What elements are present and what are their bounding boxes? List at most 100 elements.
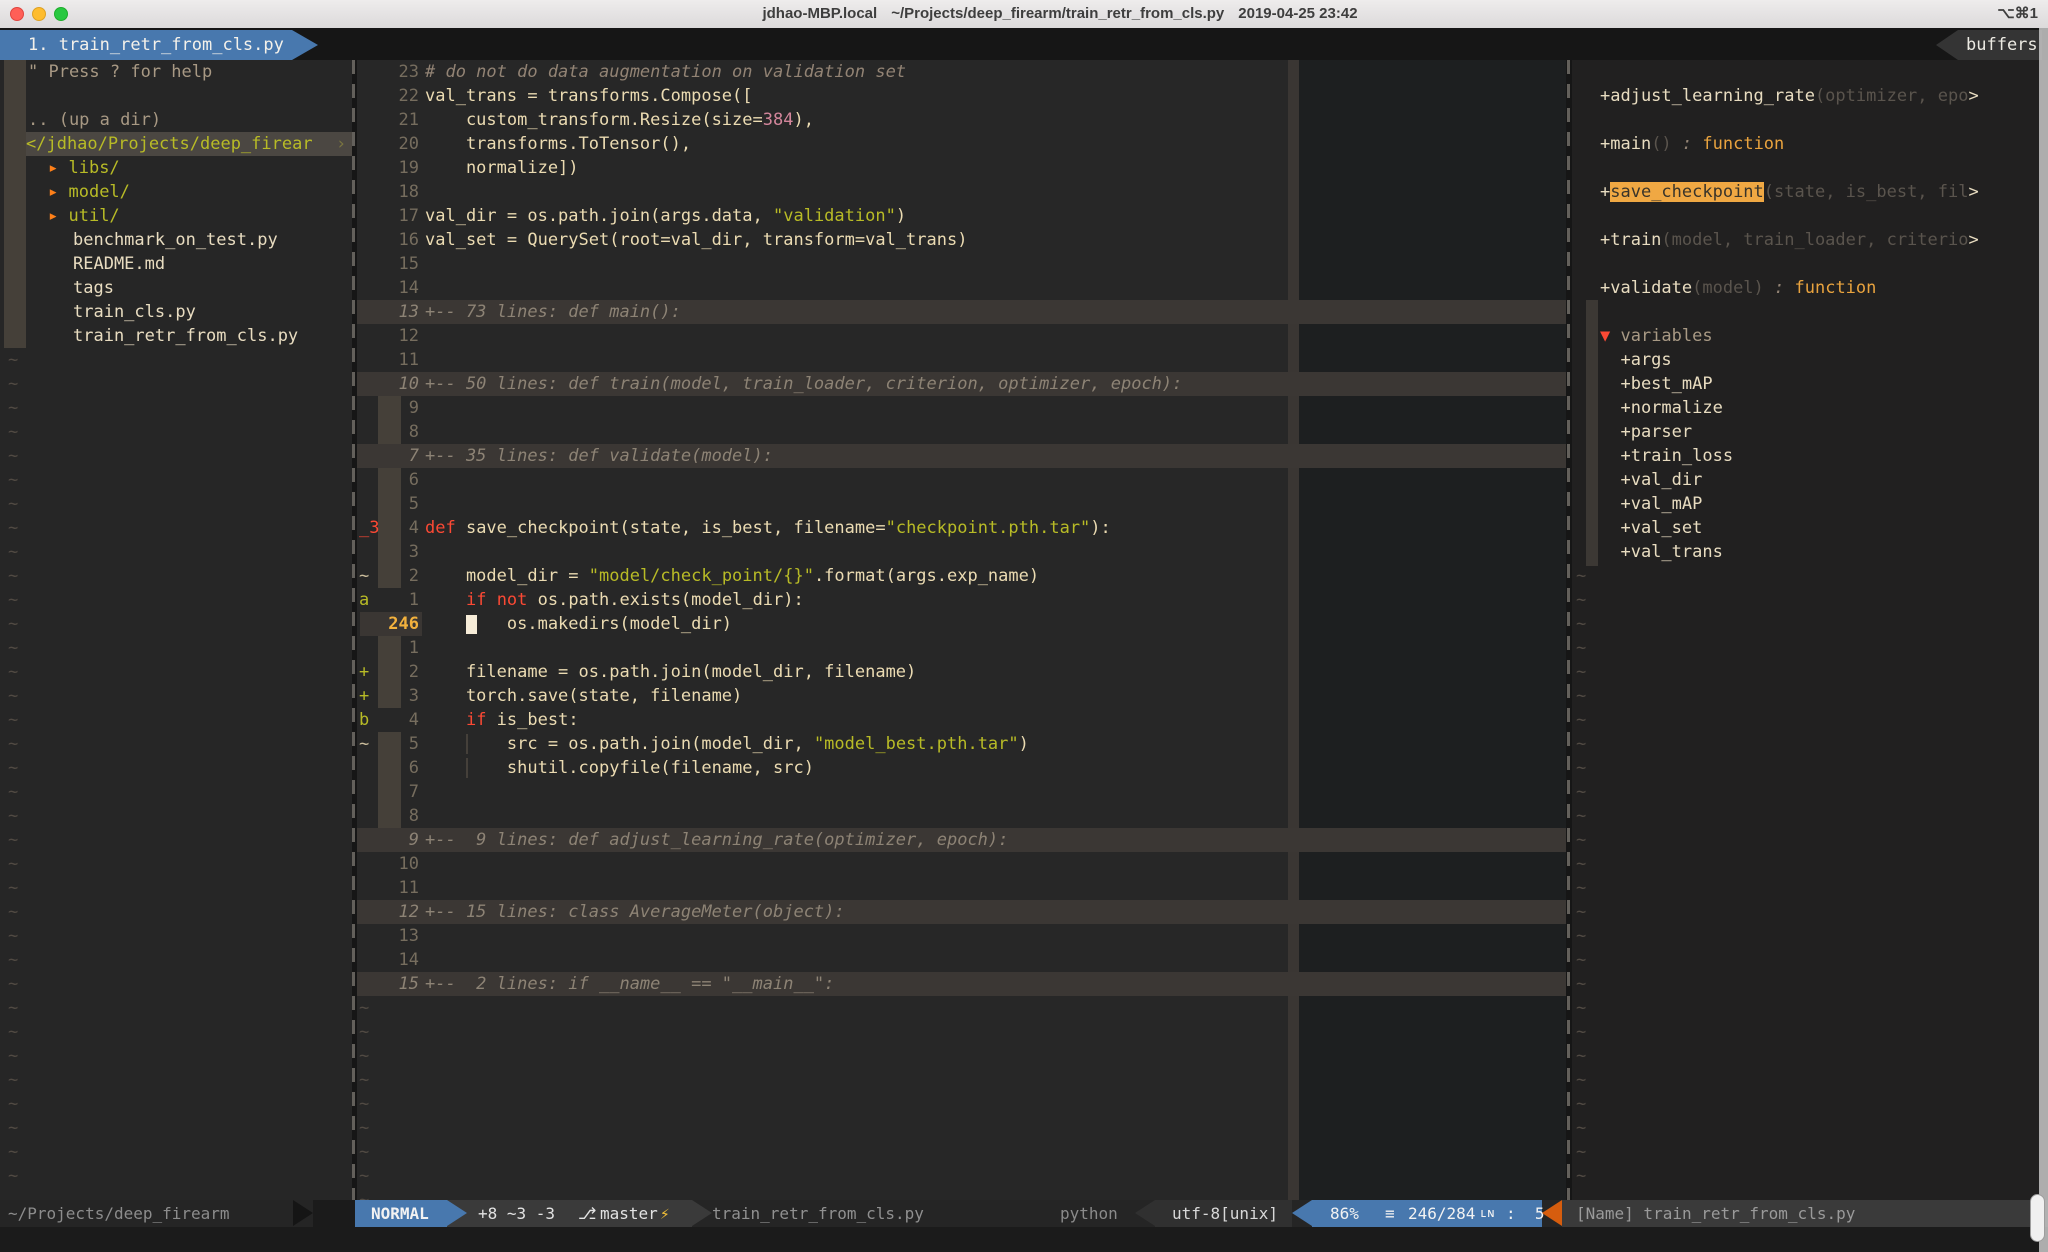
code-line[interactable]: 8 [357, 420, 1566, 444]
code-line[interactable]: 7 [357, 780, 1566, 804]
line-number: 13 [357, 300, 419, 324]
fold-line[interactable]: 12+-- 15 lines: class AverageMeter(objec… [357, 900, 1566, 924]
fold-line[interactable]: 15+-- 2 lines: if __name__ == "__main__"… [357, 972, 1566, 996]
tag-item[interactable]: +train(model, train_loader, criterio> [1572, 228, 2048, 252]
macos-scrollbar-thumb[interactable] [2030, 1194, 2045, 1242]
tilde-marker: ~ [8, 972, 18, 996]
tag-item[interactable]: +adjust_learning_rate(optimizer, epo> [1572, 84, 2048, 108]
nerdtree-item[interactable]: ▸ model/ [0, 180, 352, 204]
tilde-marker: ~ [1576, 732, 1586, 756]
code-line[interactable]: 3 [357, 540, 1566, 564]
code-line[interactable]: 11 [357, 348, 1566, 372]
code-line[interactable]: 23# do not do data augmentation on valid… [357, 60, 1566, 84]
code-line[interactable]: 5 [357, 492, 1566, 516]
code-line[interactable]: 12 [357, 324, 1566, 348]
code-line[interactable]: 6 shutil.copyfile(filename, src) [357, 756, 1566, 780]
code-line[interactable]: 14 [357, 276, 1566, 300]
code-line[interactable]: 18 [357, 180, 1566, 204]
tag-item[interactable]: +parser [1572, 420, 2048, 444]
tag-item[interactable]: +best_mAP [1572, 372, 2048, 396]
line-number: 15 [357, 972, 419, 996]
code-line[interactable]: 9 [357, 396, 1566, 420]
code-line[interactable]: 246 os.makedirs(model_dir) [357, 612, 1566, 636]
code-line[interactable]: 21 custom_transform.Resize(size=384), [357, 108, 1566, 132]
line-number: 20 [357, 132, 419, 156]
tilde-marker: ~ [8, 876, 18, 900]
tag-item[interactable]: +normalize [1572, 396, 2048, 420]
nerdtree-item[interactable]: " Press ? for help [0, 60, 352, 84]
code-line[interactable]: 4b if is_best: [357, 708, 1566, 732]
minimize-button[interactable] [32, 7, 46, 21]
tag-item[interactable]: +main() : function [1572, 132, 2048, 156]
empty-line: ~ [0, 900, 352, 924]
tag-item[interactable]: +val_trans [1572, 540, 2048, 564]
code-line[interactable]: 16val_set = QuerySet(root=val_dir, trans… [357, 228, 1566, 252]
nerdtree-item[interactable]: train_retr_from_cls.py [0, 324, 352, 348]
nerdtree-item[interactable]: tags [0, 276, 352, 300]
code-line[interactable]: 4_3def save_checkpoint(state, is_best, f… [357, 516, 1566, 540]
empty-line: ~ [0, 348, 352, 372]
code-line[interactable]: 8 [357, 804, 1566, 828]
tag-item[interactable]: +args [1572, 348, 2048, 372]
tilde-marker: ~ [8, 852, 18, 876]
tilde-marker: ~ [1576, 612, 1586, 636]
nerdtree-item[interactable]: ▸ libs/ [0, 156, 352, 180]
empty-line: ~ [0, 828, 352, 852]
line-number: 1 [357, 636, 419, 660]
macos-scrollbar-track[interactable] [2039, 28, 2048, 1252]
code-line[interactable]: 13 [357, 924, 1566, 948]
code-line[interactable]: 19 normalize]) [357, 156, 1566, 180]
blank-line [1572, 60, 2048, 84]
nerdtree-item[interactable]: train_cls.py [0, 300, 352, 324]
code-line[interactable]: 22val_trans = transforms.Compose([ [357, 84, 1566, 108]
code-line[interactable]: 11 [357, 876, 1566, 900]
tilde-marker: ~ [8, 996, 18, 1020]
fold-line[interactable]: 13+-- 73 lines: def main(): [357, 300, 1566, 324]
fold-line[interactable]: 10+-- 50 lines: def train(model, train_l… [357, 372, 1566, 396]
tag-item[interactable]: +val_set [1572, 516, 2048, 540]
zoom-button[interactable] [54, 7, 68, 21]
tag-item[interactable]: +validate(model) : function [1572, 276, 2048, 300]
tilde-marker: ~ [359, 1116, 369, 1140]
tag-item[interactable]: ▼ variables [1572, 324, 2048, 348]
empty-line: ~ [1572, 636, 2048, 660]
code-line[interactable]: 15 [357, 252, 1566, 276]
tag-item[interactable]: +val_mAP [1572, 492, 2048, 516]
empty-line: ~ [0, 732, 352, 756]
empty-line: ~ [357, 1116, 1566, 1140]
nerdtree-item[interactable]: benchmark_on_test.py [0, 228, 352, 252]
nerdtree-item[interactable]: ▸ util/ [0, 204, 352, 228]
tab-active[interactable]: 1. train_retr_from_cls.py [0, 30, 318, 60]
code-line[interactable]: 5~ src = os.path.join(model_dir, "model_… [357, 732, 1566, 756]
code-line[interactable]: 2~ model_dir = "model/check_point/{}".fo… [357, 564, 1566, 588]
fold-line[interactable]: 9+-- 9 lines: def adjust_learning_rate(o… [357, 828, 1566, 852]
code-line[interactable]: 10 [357, 852, 1566, 876]
code-line[interactable]: 14 [357, 948, 1566, 972]
nerdtree-item[interactable]: .. (up a dir) [0, 108, 352, 132]
menu-icon: ≡ [1385, 1200, 1395, 1227]
tilde-marker: ~ [359, 1140, 369, 1164]
code-line[interactable]: 6 [357, 468, 1566, 492]
empty-line: ~ [1572, 588, 2048, 612]
nerdtree-item[interactable]: README.md [0, 252, 352, 276]
blank-line [1572, 108, 2048, 132]
tag-item[interactable]: +save_checkpoint(state, is_best, fil> [1572, 180, 2048, 204]
code-line[interactable]: 1 [357, 636, 1566, 660]
code-line[interactable]: 17val_dir = os.path.join(args.data, "val… [357, 204, 1566, 228]
tag-item[interactable]: +val_dir [1572, 468, 2048, 492]
empty-line: ~ [0, 1044, 352, 1068]
code-line[interactable]: 2+ filename = os.path.join(model_dir, fi… [357, 660, 1566, 684]
code-line[interactable]: 1a if not os.path.exists(model_dir): [357, 588, 1566, 612]
buffers-label[interactable]: buffers [1936, 30, 2042, 60]
fold-line[interactable]: 7+-- 35 lines: def validate(model): [357, 444, 1566, 468]
code-line[interactable]: 20 transforms.ToTensor(), [357, 132, 1566, 156]
close-button[interactable] [10, 7, 24, 21]
tilde-marker: ~ [1576, 1068, 1586, 1092]
nerdtree-root[interactable]: </jdhao/Projects/deep_firear [0, 132, 352, 156]
empty-line: ~ [1572, 828, 2048, 852]
tag-item[interactable]: +train_loss [1572, 444, 2048, 468]
code-line[interactable]: 3+ torch.save(state, filename) [357, 684, 1566, 708]
tilde-marker: ~ [8, 732, 18, 756]
line-number: 7 [357, 780, 419, 804]
line-number: 23 [357, 60, 419, 84]
